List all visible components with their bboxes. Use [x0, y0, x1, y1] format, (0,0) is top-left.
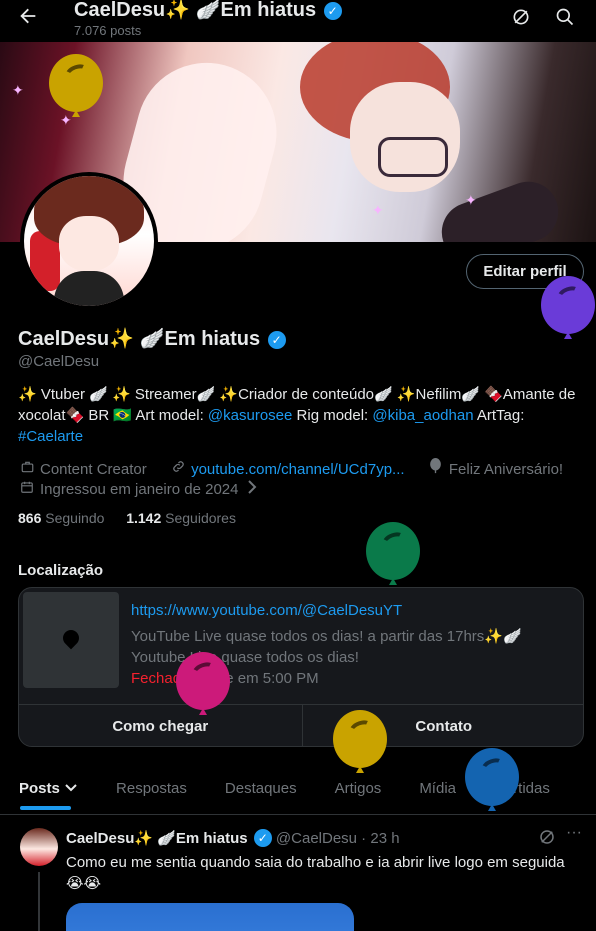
sparkle-icon: ✦	[372, 202, 384, 218]
balloon-icon	[427, 458, 445, 477]
profile-handle: @CaelDesu	[18, 353, 100, 370]
banner-art-glasses	[378, 137, 448, 177]
sparkle-icon: ✦	[60, 112, 72, 128]
birthday-balloon-icon	[366, 522, 420, 585]
bio-text: ArtTag:	[473, 407, 525, 424]
birthday-balloon-icon	[176, 652, 230, 715]
chevron-right-icon	[247, 480, 257, 498]
profile-category: Content Creator	[40, 461, 147, 478]
tab-replies[interactable]: Respostas	[97, 770, 206, 814]
followers-link[interactable]: 1.142 Seguidores	[126, 510, 236, 526]
post-text: Como eu me sentia quando saia do trabalh…	[66, 854, 565, 892]
bio-mention-link[interactable]: @kasurosee	[208, 407, 292, 424]
profile-joined-row[interactable]: Ingressou em janeiro de 2024	[18, 480, 257, 498]
post-count: 7.076 posts	[74, 23, 142, 38]
search-icon[interactable]	[553, 7, 577, 31]
banner-art-hand	[433, 173, 567, 242]
verified-badge-icon: ✓	[323, 2, 342, 20]
map-pin-icon	[59, 626, 83, 650]
location-card: https://www.youtube.com/@CaelDesuYT YouT…	[18, 587, 584, 747]
chevron-down-icon	[64, 780, 78, 797]
verified-badge-icon: ✓	[267, 331, 286, 349]
arrow-left-icon[interactable]	[14, 5, 42, 31]
header-title: CaelDesu✨ 🪽Em hiatus ✓	[74, 0, 342, 22]
location-thumbnail[interactable]	[23, 592, 119, 688]
birthday-balloon-icon	[333, 710, 387, 773]
profile-meta-row: Content Creator youtube.com/channel/UCd7…	[18, 458, 563, 478]
location-actions: Como chegar Contato	[19, 704, 583, 746]
calendar-icon	[18, 480, 36, 497]
location-url-link[interactable]: https://www.youtube.com/@CaelDesuYT	[131, 602, 402, 619]
profile-page: CaelDesu✨ 🪽Em hiatus ✓ 7.076 posts ✦ ✦ ✦…	[0, 0, 596, 931]
grok-icon[interactable]	[509, 7, 533, 31]
tab-posts[interactable]: Posts	[0, 770, 97, 814]
bio-text: Rig model:	[292, 407, 373, 424]
profile-display-name: CaelDesu✨ 🪽Em hiatus ✓	[18, 326, 286, 351]
post-author-name[interactable]: CaelDesu✨ 🪽Em hiatus	[66, 830, 248, 847]
post-author-handle[interactable]: @CaelDesu	[276, 830, 357, 847]
sparkle-icon: ✦	[12, 82, 24, 98]
bio-mention-link[interactable]: @kiba_aodhan	[372, 407, 473, 424]
location-heading: Localização	[18, 562, 104, 579]
briefcase-icon	[18, 460, 36, 477]
post-header: CaelDesu✨ 🪽Em hiatus ✓ @CaelDesu · 23 h	[66, 829, 400, 847]
profile-avatar[interactable]	[20, 172, 158, 310]
birthday-balloon-icon	[541, 276, 595, 339]
following-link[interactable]: 866 Seguindo	[18, 510, 104, 526]
birthday-balloon-icon	[49, 54, 103, 117]
verified-badge-icon: ✓	[253, 829, 272, 847]
post-time[interactable]: 23 h	[370, 830, 399, 847]
profile-joined-date: Ingressou em janeiro de 2024	[40, 481, 239, 498]
post-item[interactable]: CaelDesu✨ 🪽Em hiatus ✓ @CaelDesu · 23 h …	[0, 816, 596, 931]
grok-icon[interactable]	[538, 828, 556, 851]
more-options-icon[interactable]: ···	[566, 824, 582, 842]
top-header: CaelDesu✨ 🪽Em hiatus ✓ 7.076 posts	[0, 0, 596, 42]
post-avatar[interactable]	[20, 828, 58, 866]
profile-website-link[interactable]: youtube.com/channel/UCd7yp...	[191, 461, 404, 478]
tab-articles[interactable]: Artigos	[316, 770, 401, 814]
tab-highlights[interactable]: Destaques	[206, 770, 316, 814]
tab-media[interactable]: Mídia	[400, 770, 475, 814]
follow-stats: 866 Seguindo 1.142 Seguidores	[18, 510, 236, 526]
directions-button[interactable]: Como chegar	[19, 705, 302, 746]
profile-bio: ✨ Vtuber 🪽 ✨ Streamer🪽 ✨Criador de conte…	[18, 384, 588, 447]
link-icon	[169, 459, 187, 477]
bio-hashtag-link[interactable]: #Caelarte	[18, 428, 83, 445]
profile-birthday: Feliz Aniversário!	[448, 461, 564, 478]
post-media[interactable]	[66, 903, 354, 931]
sparkle-icon: ✦	[465, 192, 477, 208]
birthday-balloon-icon	[465, 748, 519, 811]
thread-line	[38, 872, 40, 931]
